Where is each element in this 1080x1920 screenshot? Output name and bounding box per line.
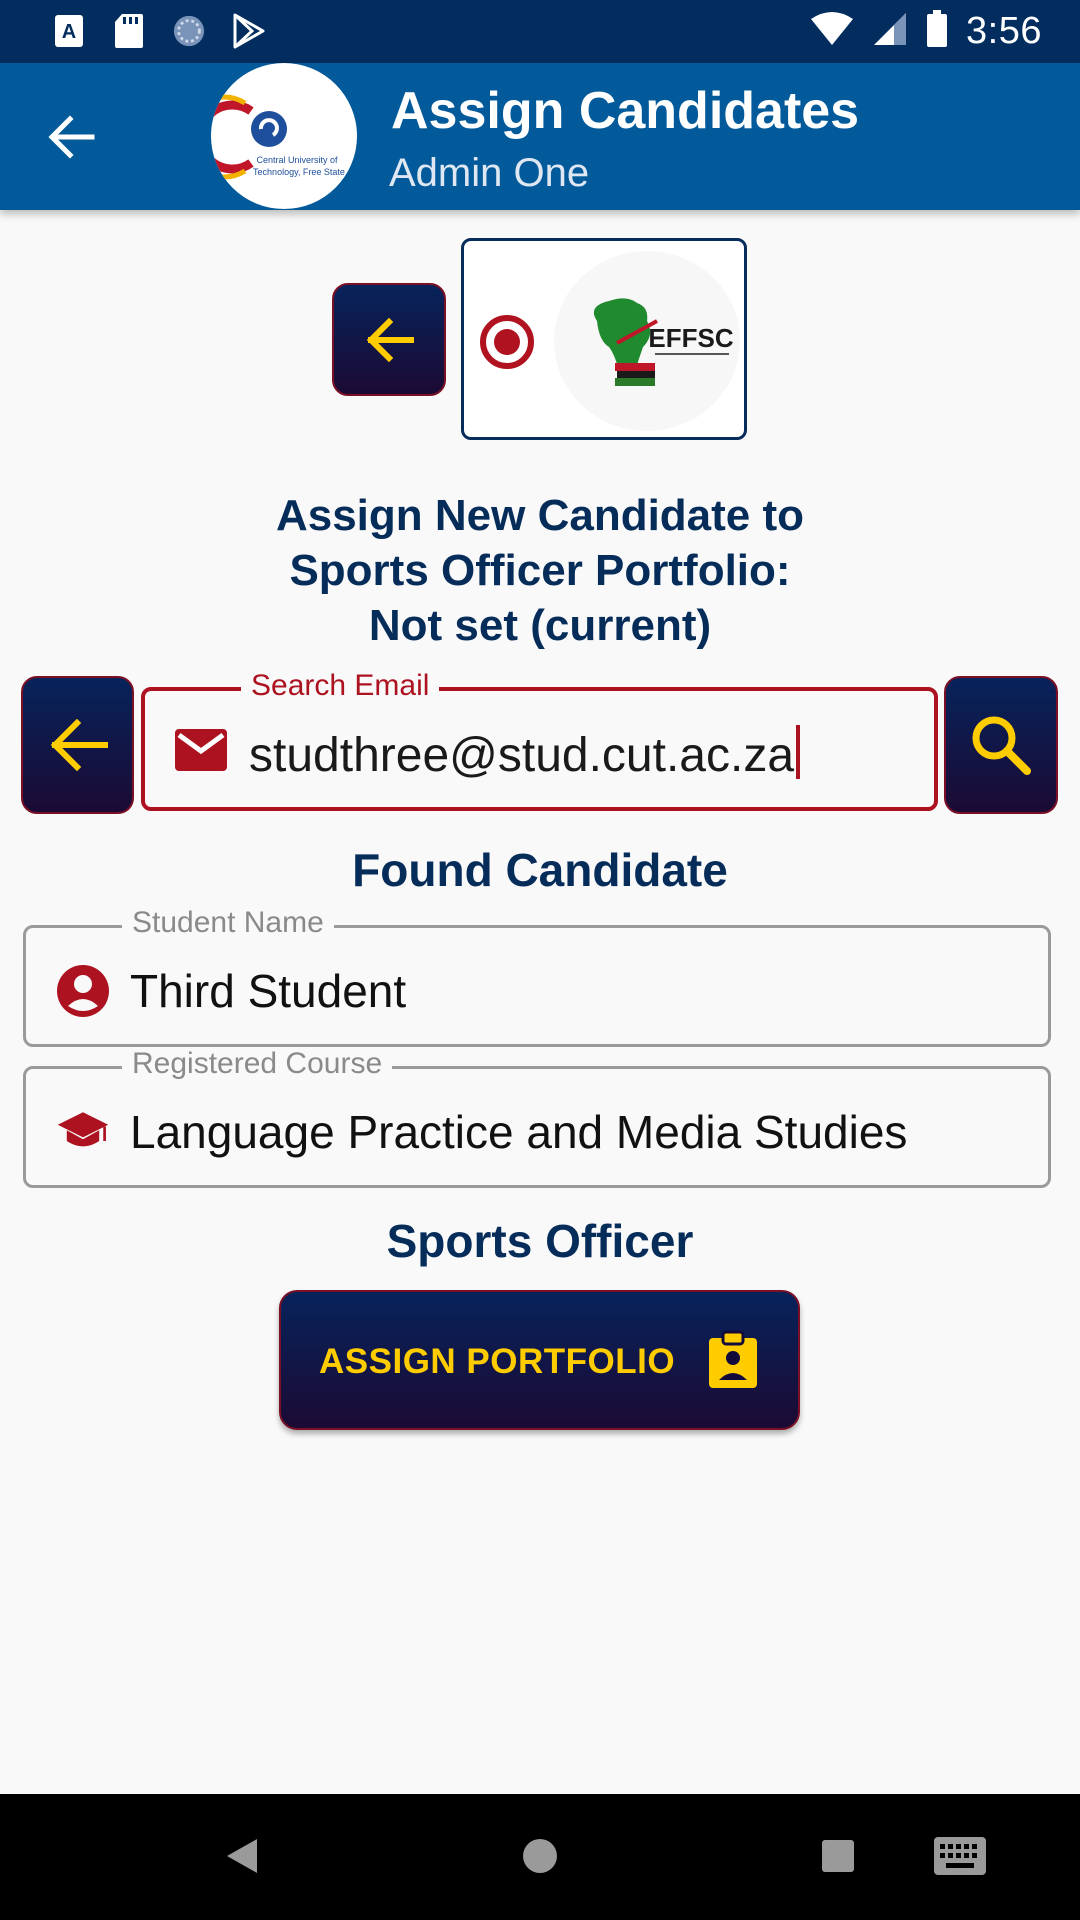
wifi-icon [810, 11, 854, 52]
page-subtitle: Admin One [389, 151, 590, 195]
radio-selected-dot [494, 329, 520, 355]
party-card[interactable]: EFFSC [461, 238, 747, 440]
sd-card-icon [112, 12, 146, 50]
registered-course-value: Language Practice and Media Studies [130, 1106, 908, 1158]
svg-text:A: A [62, 21, 76, 43]
nav-back-icon[interactable] [220, 1834, 264, 1878]
nav-home-icon[interactable] [520, 1834, 560, 1878]
app-bar: Central University of Technology, Free S… [0, 63, 1080, 210]
account-circle-icon [56, 964, 110, 1018]
graduation-cap-icon [56, 1105, 110, 1159]
assign-heading: Assign New Candidate to Sports Officer P… [0, 488, 1080, 653]
status-bar: A 3:56 [0, 0, 1080, 63]
clear-search-button[interactable] [21, 676, 134, 814]
text-caret [796, 725, 801, 779]
status-time: 3:56 [966, 10, 1042, 52]
radio-button[interactable] [480, 315, 534, 369]
student-name-field: Student Name Third Student [23, 906, 1051, 1047]
play-store-icon [232, 12, 266, 50]
party-logo-text: EFFSC [648, 323, 733, 353]
assign-heading-line-2: Sports Officer Portfolio: [289, 546, 791, 595]
search-email-field[interactable]: Search Email studthree@stud.cut.ac.za [141, 669, 938, 811]
logo-text-1: Central University of [256, 155, 338, 165]
nav-recents-icon[interactable] [820, 1834, 856, 1878]
battery-icon [926, 10, 948, 53]
logo-text-2: Technology, Free State [253, 167, 345, 177]
keyboard-icon[interactable] [934, 1834, 986, 1878]
search-email-value: studthree@stud.cut.ac.za [249, 729, 795, 782]
search-email-input[interactable]: studthree@stud.cut.ac.za [249, 725, 801, 783]
signal-icon [872, 11, 908, 52]
assignment-ind-icon [707, 1330, 759, 1390]
email-icon [175, 729, 227, 771]
search-icon [972, 716, 1031, 775]
previous-party-button[interactable] [332, 283, 446, 396]
assign-heading-line-1: Assign New Candidate to [275, 491, 805, 540]
registered-course-field: Registered Course Language Practice and … [23, 1047, 1051, 1188]
loading-icon [172, 12, 206, 50]
arrow-left-icon [50, 718, 108, 772]
portfolio-heading: Sports Officer [386, 1215, 694, 1267]
found-candidate-heading: Found Candidate [352, 844, 728, 896]
arrow-left-icon [366, 317, 414, 362]
student-name-value: Third Student [130, 965, 407, 1017]
assign-heading-line-3: Not set (current) [368, 601, 712, 650]
party-logo: EFFSC [554, 251, 740, 431]
system-navigation-bar [0, 1794, 1080, 1920]
text-a-icon: A [52, 12, 86, 50]
search-email-label: Search Email [241, 669, 440, 703]
student-name-label: Student Name [122, 906, 334, 940]
search-button[interactable] [944, 676, 1058, 814]
page-title: Assign Candidates [391, 82, 860, 140]
registered-course-label: Registered Course [122, 1047, 393, 1081]
back-arrow-icon[interactable] [44, 109, 100, 165]
university-logo: Central University of Technology, Free S… [211, 63, 357, 209]
assign-portfolio-label: ASSIGN PORTFOLIO [319, 1342, 676, 1381]
assign-portfolio-button[interactable]: ASSIGN PORTFOLIO [279, 1290, 800, 1430]
